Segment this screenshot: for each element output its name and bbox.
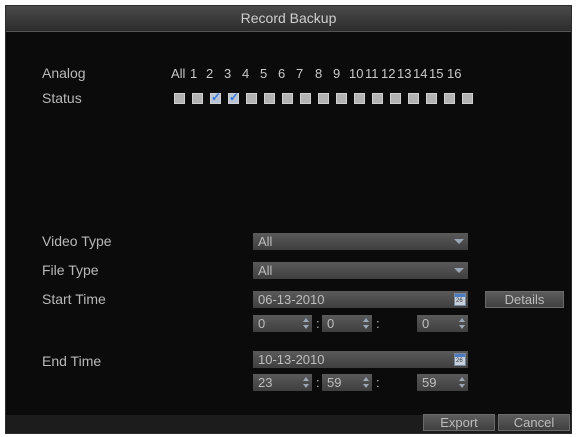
channel-label[interactable]: 12	[381, 66, 395, 81]
file-type-select[interactable]: All	[253, 262, 468, 279]
channel-label[interactable]: 10	[349, 66, 363, 81]
dialog-title: Record Backup	[6, 6, 571, 32]
spinner-icon[interactable]	[363, 377, 369, 388]
spinner-icon[interactable]	[459, 377, 465, 388]
export-button[interactable]: Export	[423, 414, 495, 431]
channel-checkbox[interactable]	[264, 93, 275, 104]
channel-checkbox[interactable]	[390, 93, 401, 104]
end-date-value: 10-13-2010	[258, 352, 325, 367]
select-all-channels[interactable]: All	[171, 66, 185, 81]
video-type-select[interactable]: All	[253, 233, 468, 250]
channel-label[interactable]: 4	[242, 66, 249, 81]
channel-checkbox[interactable]	[246, 93, 257, 104]
channel-checkbox[interactable]: ✓	[228, 90, 240, 104]
chevron-down-icon	[454, 268, 464, 273]
channel-label[interactable]: 1	[190, 66, 197, 81]
start-second-field[interactable]: 0	[417, 315, 468, 332]
channel-label[interactable]: 9	[333, 66, 340, 81]
video-type-value: All	[258, 234, 273, 249]
end-minute-field[interactable]: 59	[322, 374, 372, 391]
channel-label[interactable]: 14	[413, 66, 427, 81]
channel-label[interactable]: 15	[429, 66, 443, 81]
channel-label[interactable]: 13	[397, 66, 411, 81]
spinner-icon[interactable]	[303, 318, 309, 329]
record-backup-dialog: Record Backup Analog Status All 12345678…	[5, 5, 572, 434]
channel-checkbox[interactable]	[426, 93, 437, 104]
channel-checkbox[interactable]	[354, 93, 365, 104]
checkmark-icon: ✓	[229, 90, 240, 104]
end-hour-value: 23	[258, 375, 273, 390]
channel-checkbox[interactable]	[282, 93, 293, 104]
all-channels-checkbox[interactable]	[174, 93, 185, 104]
end-minute-value: 59	[327, 375, 342, 390]
calendar-icon[interactable]: 26	[454, 293, 466, 306]
details-button[interactable]: Details	[485, 291, 564, 308]
file-type-label: File Type	[42, 262, 99, 278]
channel-checkbox[interactable]	[372, 93, 383, 104]
end-second-field[interactable]: 59	[417, 374, 468, 391]
time-separator: :	[316, 316, 320, 331]
end-hour-field[interactable]: 23	[253, 374, 312, 391]
cancel-button[interactable]: Cancel	[498, 414, 570, 431]
channel-label[interactable]: 11	[365, 66, 379, 81]
channel-checkbox[interactable]: ✓	[210, 90, 222, 104]
video-type-label: Video Type	[42, 233, 112, 249]
channel-label[interactable]: 7	[296, 66, 303, 81]
start-hour-field[interactable]: 0	[253, 315, 312, 332]
checkmark-icon: ✓	[211, 90, 222, 104]
time-separator: :	[376, 375, 380, 390]
time-separator: :	[316, 375, 320, 390]
end-second-value: 59	[422, 375, 437, 390]
file-type-value: All	[258, 263, 273, 278]
start-minute-field[interactable]: 0	[322, 315, 372, 332]
end-time-label: End Time	[42, 353, 102, 369]
channel-checkbox[interactable]	[462, 93, 473, 104]
channel-checkbox[interactable]	[300, 93, 311, 104]
channel-checkbox[interactable]	[318, 93, 329, 104]
screen: Record Backup Analog Status All 12345678…	[0, 0, 576, 437]
channel-checkbox[interactable]	[444, 93, 455, 104]
channel-label[interactable]: 16	[447, 66, 461, 81]
status-label: Status	[42, 90, 82, 106]
start-hour-value: 0	[258, 316, 266, 331]
start-date-value: 06-13-2010	[258, 292, 325, 307]
time-separator: :	[376, 316, 380, 331]
channel-label[interactable]: 2	[206, 66, 213, 81]
spinner-icon[interactable]	[459, 318, 465, 329]
start-second-value: 0	[422, 316, 430, 331]
start-time-label: Start Time	[42, 291, 106, 307]
spinner-icon[interactable]	[363, 318, 369, 329]
chevron-down-icon	[454, 239, 464, 244]
channel-checkbox[interactable]	[336, 93, 347, 104]
calendar-icon[interactable]: 26	[454, 353, 466, 366]
spinner-icon[interactable]	[303, 377, 309, 388]
channel-label[interactable]: 6	[278, 66, 285, 81]
end-date-field[interactable]: 10-13-2010 26	[253, 351, 468, 368]
channel-checkbox[interactable]	[192, 93, 203, 104]
channel-checkbox[interactable]	[408, 93, 419, 104]
channel-label[interactable]: 3	[224, 66, 231, 81]
start-date-field[interactable]: 06-13-2010 26	[253, 291, 468, 308]
start-minute-value: 0	[327, 316, 335, 331]
channel-label[interactable]: 5	[260, 66, 267, 81]
analog-label: Analog	[42, 65, 86, 81]
channel-label[interactable]: 8	[315, 66, 322, 81]
